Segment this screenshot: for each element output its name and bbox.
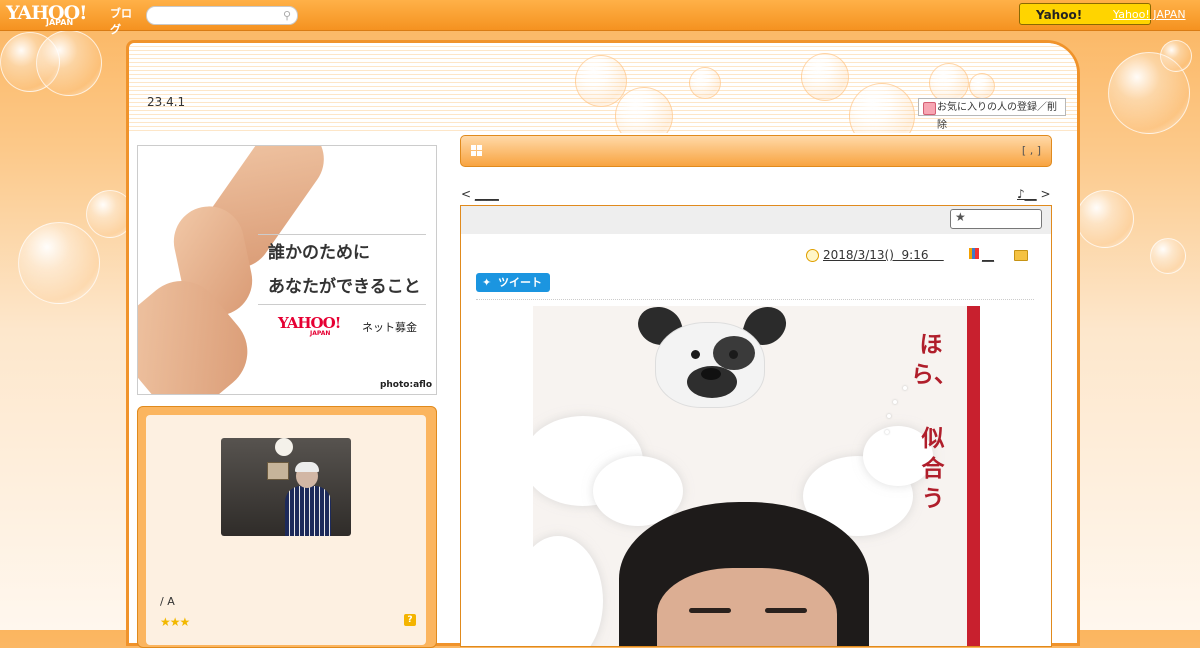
photo-sparkle xyxy=(887,414,891,418)
blog-label: ブログ xyxy=(110,7,132,36)
photo-caption-2: 似合う xyxy=(921,425,945,512)
photo-dog xyxy=(629,306,799,446)
article: ★ 2018/3/13() 9:16 __ ✦ ツイート ほら、 似合う xyxy=(460,205,1052,647)
avatar-jacket xyxy=(285,486,331,536)
profile-box: / A ★★★ ? xyxy=(137,406,437,648)
next-article-link[interactable]: ♪__ xyxy=(1017,187,1037,201)
photo-sparkle xyxy=(893,400,897,404)
search-icon[interactable]: ⚲ xyxy=(283,9,291,22)
article-photo[interactable]: ほら、 似合う xyxy=(533,306,980,646)
header-bubble xyxy=(969,73,995,99)
profile-name: / A xyxy=(160,595,175,608)
avatar-lamp xyxy=(275,438,293,456)
ad-credit: photo:aflo xyxy=(379,380,432,390)
favorite-star-button[interactable]: ★ xyxy=(950,209,1042,229)
header-bubble xyxy=(849,83,915,133)
ad-divider xyxy=(258,304,426,305)
dog-nose xyxy=(701,368,721,380)
dog-eye xyxy=(691,350,700,359)
yahoo-japan-link[interactable]: Yahoo! JAPAN xyxy=(1113,8,1186,21)
section-header: [ , ] xyxy=(460,135,1052,167)
next-arrow: > xyxy=(1040,187,1051,201)
background-bubble xyxy=(1160,40,1192,72)
avatar-wall-picture xyxy=(267,462,289,480)
twitter-bird-icon: ✦ xyxy=(482,276,492,289)
background-bubble xyxy=(18,222,100,304)
grid-icon xyxy=(471,145,482,156)
section-header-right: [ , ] xyxy=(1021,144,1041,157)
prev-arrow: < xyxy=(461,187,472,201)
ad-divider xyxy=(258,234,426,235)
avatar-hair xyxy=(295,462,319,472)
header-bubble xyxy=(929,63,969,103)
ad-headline-2: あなたができること xyxy=(268,277,421,297)
photo-caption-1: ほら、 xyxy=(911,331,957,388)
blog-title: 23.4.1 xyxy=(147,95,186,109)
photo-person-brow xyxy=(689,608,731,613)
help-icon[interactable]: ? xyxy=(404,614,416,626)
tweet-label: ツイート xyxy=(498,276,542,289)
header-bubble xyxy=(801,53,849,101)
header-bubble xyxy=(689,67,721,99)
photo-sparkle xyxy=(885,430,889,434)
blog-frame: 23.4.1 お気に入りの人の登録／削除 誰かのために あなたができること YA… xyxy=(126,40,1080,648)
favorite-button[interactable]: お気に入りの人の登録／削除 xyxy=(918,98,1066,131)
star-icon: ★ xyxy=(955,210,966,224)
photo-person-brow xyxy=(765,608,807,613)
background-bubble xyxy=(1076,190,1134,248)
top-bar: YAHOO! JAPAN ブログ ⚲ Yahoo! Yahoo! JAPAN xyxy=(0,0,1200,36)
profile-stars: ★★★ xyxy=(160,615,190,629)
background-bubble xyxy=(1150,238,1186,274)
article-date-link[interactable]: 2018/3/13() 9:16 xyxy=(823,248,944,262)
profile-inner: / A ★★★ ? xyxy=(146,415,426,645)
dotted-divider xyxy=(476,299,1034,300)
yahoo-blog-logo[interactable]: YAHOO! JAPAN ブログ xyxy=(6,2,142,36)
photo-red-strip xyxy=(967,306,980,646)
next-article-nav: ♪__ > xyxy=(1017,187,1051,201)
article-toolbar: ★ xyxy=(461,206,1051,234)
folder-icon[interactable] xyxy=(1014,250,1028,261)
ad-service: ネット募金 xyxy=(362,321,417,334)
dog-eye xyxy=(729,350,738,359)
photo-person-face xyxy=(657,568,837,646)
donation-ad-banner[interactable]: 誰かのために あなたができること YAHOO! JAPAN ネット募金 phot… xyxy=(137,145,437,395)
book-link[interactable]: __ xyxy=(982,248,994,262)
header-bubble xyxy=(615,87,673,133)
blog-header xyxy=(129,43,1077,133)
prev-article-link[interactable]: ____ xyxy=(475,187,499,201)
ad-brand-sub: JAPAN xyxy=(310,330,331,337)
photo-sparkle xyxy=(903,386,907,390)
background-bubble xyxy=(36,30,102,96)
heart-icon xyxy=(923,102,936,115)
tweet-button[interactable]: ✦ ツイート xyxy=(476,273,550,292)
profile-avatar[interactable] xyxy=(221,438,351,536)
search-input[interactable]: ⚲ xyxy=(146,6,298,25)
prev-article-nav: < ____ xyxy=(461,187,499,201)
book-icon xyxy=(969,248,979,259)
clock-icon xyxy=(806,249,819,262)
logo-sub: JAPAN xyxy=(46,18,74,27)
ad-headline-1: 誰かのために xyxy=(268,243,370,263)
